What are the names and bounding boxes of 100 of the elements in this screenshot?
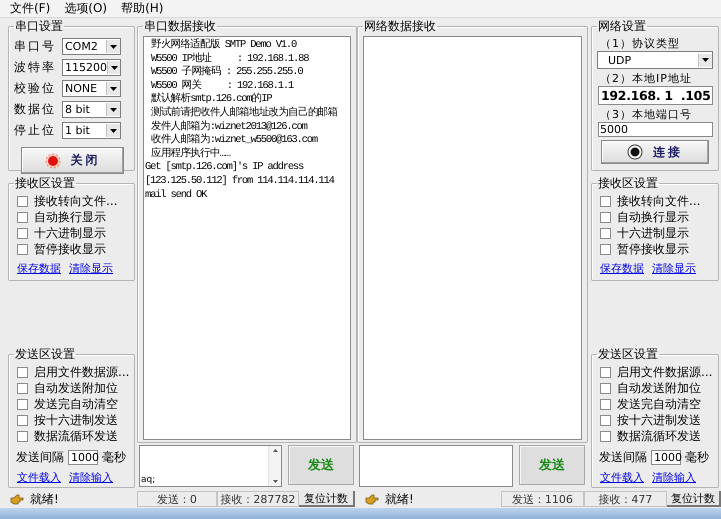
menu-item[interactable]: 选项(O) [58,0,114,17]
field-label: （1）协议类型 [599,36,681,50]
dropdown-arrow-icon [110,108,117,112]
up-arrow-icon [272,449,278,452]
reset-count-button[interactable]: 复位计数 [299,491,355,507]
checkbox-label: 十六进制显示 [617,224,689,242]
checkbox-label: 暂停接收显示 [617,240,689,258]
log-line: 默认解析smtp.126.com的IP [150,93,273,106]
checkbox-label: 自动发送附加位 [34,380,118,396]
port-field[interactable]: 5000 [598,122,713,137]
checkbox[interactable] [600,196,611,206]
group-title: 网络设置 [597,18,647,35]
checkbox[interactable] [17,398,28,410]
sent-count: 发送 : 1106 [501,491,584,507]
field-label: 停止位 [14,122,57,139]
checkbox[interactable] [17,244,28,254]
checkbox-label: 十六进制显示 [34,224,106,242]
checkbox[interactable] [600,212,611,222]
log-line: 测试前请把收件人邮箱地址改为自己的邮箱 [150,106,338,120]
dropdown-arrow-icon [110,86,117,90]
link[interactable]: 清除输入 [652,470,696,485]
group-title: 串口数据接收 [143,18,217,35]
checkbox-label: 接收转向文件... [617,192,700,210]
group-title: 串口设置 [14,18,64,35]
checkbox[interactable] [17,414,28,426]
checkbox[interactable] [17,366,28,378]
dropdown[interactable]: COM2 [62,38,121,55]
field-label: 发送间隔 [16,449,64,466]
group-title: 发送区设置 [597,346,659,363]
checkbox[interactable] [600,430,611,442]
checkbox[interactable] [600,414,611,426]
checkbox-label: 启用文件数据源... [34,364,130,380]
hand-icon [365,494,379,504]
received-count: 接收 : 477 [584,491,667,507]
field-label: 串口号 [14,38,57,55]
interval-field[interactable]: 1000 [68,450,98,465]
status-text: 就绪! [30,490,59,508]
ip-address-field[interactable]: 192.168. 1 .105 [598,86,713,105]
dropdown[interactable]: NONE [62,80,121,97]
link[interactable]: 保存数据 [600,261,644,276]
link[interactable]: 文件载入 [600,470,644,485]
checkbox[interactable] [600,382,611,394]
link[interactable]: 清除显示 [69,261,113,276]
interval-field[interactable]: 1000 [651,450,681,465]
unit-label: 毫秒 [102,449,126,466]
dropdown[interactable]: UDP [597,51,713,69]
checkbox[interactable] [17,228,28,238]
checkbox-label: 按十六进制发送 [34,412,118,428]
checkbox[interactable] [600,366,611,378]
checkbox-label: 数据流循环发送 [34,428,118,444]
checkbox[interactable] [17,196,28,206]
sent-count: 发送 : 0 [137,491,217,507]
log-line: 收件人邮箱为:wiznet_w5500@163.com [150,134,318,147]
checkbox-label: 发送完自动清空 [34,396,118,412]
field-label: 校验位 [14,80,57,97]
group-title: 接收区设置 [14,175,76,192]
checkbox[interactable] [17,212,28,222]
dropdown[interactable]: 8 bit [62,101,121,118]
checkbox[interactable] [17,430,28,442]
checkbox-label: 自动发送附加位 [617,380,701,396]
checkbox[interactable] [600,228,611,238]
dropdown[interactable]: 115200 [62,59,121,76]
log-line: 发件人邮箱为:wiznet2013@126.com [150,120,308,133]
down-arrow-icon [272,480,278,483]
checkbox-label: 自动换行显示 [34,208,106,226]
menu-item[interactable]: 文件(F) [4,0,56,17]
indicator-icon [627,144,643,160]
checkbox-label: 接收转向文件... [34,192,118,210]
link[interactable]: 清除显示 [652,261,696,276]
group-title: 接收区设置 [597,175,659,192]
checkbox[interactable] [600,398,611,410]
dropdown[interactable]: 1 bit [62,122,121,139]
dropdown-arrow-icon [702,58,709,62]
checkbox[interactable] [17,382,28,394]
scrollbar[interactable] [268,446,281,486]
toggle-button[interactable]: 连接 [601,140,709,164]
reset-count-button[interactable]: 复位计数 [667,491,721,507]
toggle-button[interactable]: 关闭 [21,147,124,174]
field-label: （2）本地IP地址 [599,71,693,85]
link[interactable]: 保存数据 [17,261,61,276]
field-label: 波特率 [14,59,57,76]
link[interactable]: 文件载入 [17,470,61,485]
log-line: [123.125.50.112] from 114.114.114.114 [145,174,336,189]
log-line: Get [smtp.126.com]'s IP address [145,161,304,175]
log-line: 野火网络适配版 SMTP Demo V1.0 [150,39,298,52]
send-text-field[interactable] [359,445,513,487]
indicator-icon [44,152,60,168]
log-line: 应用程序执行中…… [150,148,232,161]
group-title: 发送区设置 [14,346,76,363]
field-label: 数据位 [14,101,57,118]
group-title: 网络数据接收 [363,18,437,35]
checkbox[interactable] [600,244,611,254]
menu-item[interactable]: 帮助(H) [115,0,170,17]
send-text-field[interactable]: aq; [139,445,282,487]
checkbox-label: 发送完自动清空 [617,396,701,412]
log-line: mail send OK [145,188,208,202]
field-label: （3）本地端口号 [599,107,693,121]
link[interactable]: 清除输入 [69,470,113,485]
checkbox-label: 自动换行显示 [617,208,689,226]
log-line: W5500 IP地址 : 192.168.1.88 [150,52,310,66]
